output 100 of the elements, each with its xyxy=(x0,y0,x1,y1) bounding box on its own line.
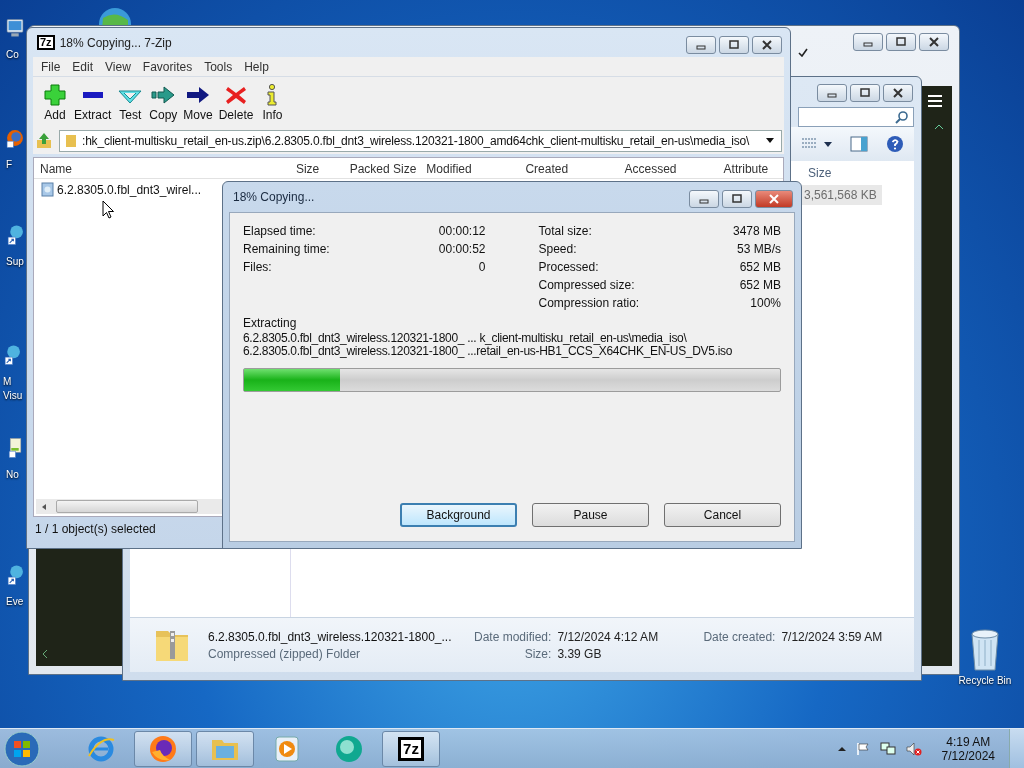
file-path: 6.2.8305.0.fbl_dnt3_wireless.120321-1800_ ... k_client-multisku_retail_en-us\media_iso\ xyxy=(243,332,688,345)
detail-value: 7/12/2024 4:12 AM xyxy=(557,629,660,644)
menu-item[interactable]: Tools xyxy=(198,57,239,76)
stat-value: 3478 MB xyxy=(732,224,781,238)
maximize-icon xyxy=(858,88,872,98)
maximize-icon xyxy=(894,37,908,47)
maximize-icon xyxy=(730,194,744,204)
desktop-icon-label: Recycle Bin xyxy=(958,674,1012,688)
column-header[interactable]: Created xyxy=(519,158,619,178)
clock[interactable]: 4:19 AM 7/12/2024 xyxy=(937,735,999,763)
menu-item[interactable]: File xyxy=(35,57,67,76)
desktop-icon-label: M xyxy=(3,375,12,389)
scroll-thumb[interactable] xyxy=(56,500,198,513)
column-header[interactable]: Accessed xyxy=(618,158,718,178)
stat-label: Files: xyxy=(243,260,272,274)
menu-item[interactable]: Favorites xyxy=(136,57,199,76)
stat-label: Speed: xyxy=(538,242,577,256)
plus-icon xyxy=(42,82,68,107)
dialog-button[interactable]: Background xyxy=(400,503,517,527)
column-header[interactable]: Name xyxy=(34,158,262,178)
minimize-button[interactable] xyxy=(689,190,719,208)
column-header[interactable]: Size xyxy=(802,161,882,185)
search-field[interactable] xyxy=(798,107,914,127)
minimize-button[interactable] xyxy=(817,84,847,102)
close-button[interactable] xyxy=(752,36,782,54)
stat-value: 0 xyxy=(478,260,486,274)
maximize-button[interactable] xyxy=(850,84,880,102)
toolbar-button[interactable]: Add xyxy=(39,82,71,122)
orb-icon xyxy=(334,734,364,764)
stat-value: 652 MB xyxy=(739,278,781,292)
taskbar-app[interactable]: 7z xyxy=(382,731,440,767)
iso-file-icon xyxy=(41,182,54,197)
preview-pane-icon[interactable] xyxy=(850,136,868,152)
flag-icon[interactable] xyxy=(855,742,870,756)
toolbar-button[interactable]: Info xyxy=(256,82,289,122)
browser-icon xyxy=(86,734,116,764)
scroll-left-icon[interactable] xyxy=(42,649,48,659)
stat-value: 100% xyxy=(750,296,781,310)
toolbar-button[interactable]: Extract xyxy=(71,82,115,122)
detail-value: 7/12/2024 3:59 AM xyxy=(781,629,883,644)
maximize-button[interactable] xyxy=(719,36,749,54)
close-icon xyxy=(927,37,941,47)
folder-icon xyxy=(64,132,78,149)
address-field[interactable]: :hk_client-multisku_retail_en-us.zip\6.2.8305.0.fbl_dnt3_wireless.120321-1800_amd64chk_client-multisku_retail_en-us\media_iso\ xyxy=(59,129,782,152)
dialog-button[interactable]: Pause xyxy=(532,503,649,527)
close-icon xyxy=(767,194,781,204)
detail-label: Date modified: xyxy=(474,629,552,644)
start-button[interactable] xyxy=(4,731,40,767)
stat-label: Compression ratio: xyxy=(538,296,640,310)
close-button[interactable] xyxy=(755,190,793,208)
taskbar-app[interactable] xyxy=(134,731,192,767)
status-text: 1 / 1 object(s) selected xyxy=(34,521,157,538)
stat-label: Total size: xyxy=(538,224,592,238)
file-size-cell: 3,561,568 KB xyxy=(802,185,882,205)
help-icon[interactable] xyxy=(886,135,904,153)
desktop-icon-label: F xyxy=(6,158,13,172)
close-button[interactable] xyxy=(883,84,913,102)
file-type: Compressed (zipped) Folder xyxy=(208,646,362,661)
file-name[interactable]: 6.2.8305.0.fbl_dnt3_wirel... xyxy=(57,182,202,197)
view-options-icon[interactable] xyxy=(802,137,832,151)
minimize-button[interactable] xyxy=(853,33,883,51)
close-icon xyxy=(891,88,905,98)
maximize-button[interactable] xyxy=(722,190,752,208)
mouse-cursor-icon xyxy=(102,200,115,220)
scroll-left-icon[interactable] xyxy=(40,502,48,511)
close-button[interactable] xyxy=(919,33,949,51)
toolbar-button[interactable]: Move xyxy=(180,82,216,122)
toolbar-button[interactable]: Delete xyxy=(215,82,257,122)
maximize-button[interactable] xyxy=(886,33,916,51)
desktop-icon-label: Co xyxy=(6,48,19,62)
show-hidden-icons-icon[interactable] xyxy=(837,746,846,752)
network-icon[interactable] xyxy=(879,742,896,756)
column-header[interactable]: Modified xyxy=(420,158,520,178)
column-header[interactable]: Attribute xyxy=(717,158,783,178)
toolbar-button[interactable]: Copy xyxy=(146,82,181,122)
stat-value: 00:00:12 xyxy=(438,224,486,238)
menu-icon[interactable] xyxy=(928,95,942,107)
folder-up-icon[interactable] xyxy=(35,131,53,150)
stat-label: Remaining time: xyxy=(243,242,330,256)
menu-item[interactable]: View xyxy=(99,57,137,76)
toolbar-button[interactable]: Test xyxy=(114,82,147,122)
stat-label: Compressed size: xyxy=(538,278,635,292)
maximize-icon xyxy=(727,40,741,50)
taskbar-app[interactable] xyxy=(196,731,254,767)
column-header[interactable]: Packed Size xyxy=(323,158,421,178)
minimize-button[interactable] xyxy=(686,36,716,54)
menu-item[interactable]: Edit xyxy=(66,57,100,76)
dropdown-caret-icon[interactable] xyxy=(765,137,775,144)
desktop-icon-label: No xyxy=(6,468,19,482)
check-icon xyxy=(798,48,808,57)
app-logo: 7z xyxy=(398,737,424,761)
file-path: 6.2.8305.0.fbl_dnt3_wireless.120321-1800_ ...retail_en-us-HB1_CCS_X64CHK_EN-US_DV5.iso xyxy=(243,345,734,358)
dialog-button[interactable]: Cancel xyxy=(664,503,781,527)
speaker-muted-icon[interactable] xyxy=(905,742,922,756)
stat-value: 652 MB xyxy=(739,260,781,274)
stat-value: 00:00:52 xyxy=(438,242,486,256)
menu-item[interactable]: Help xyxy=(238,57,275,76)
column-header[interactable]: Size xyxy=(261,158,324,178)
media-player-icon xyxy=(272,734,302,764)
scroll-up-icon[interactable] xyxy=(934,124,944,130)
